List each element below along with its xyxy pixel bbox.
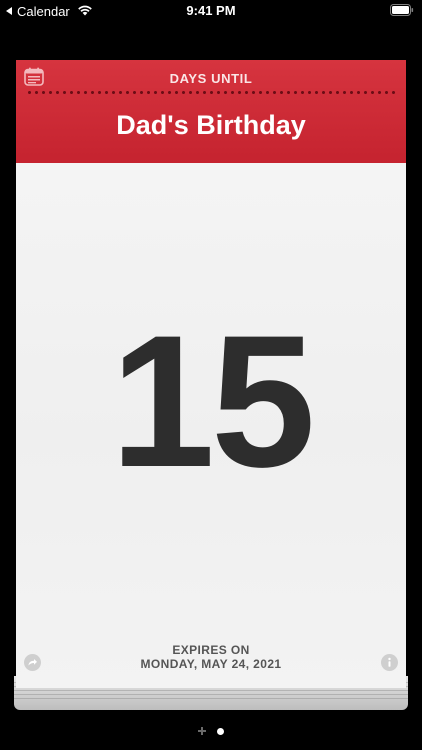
days-remaining-count: 15 bbox=[110, 296, 315, 506]
pad-sheet-edge bbox=[14, 694, 408, 695]
status-bar: Calendar 9:41 PM bbox=[0, 0, 422, 22]
page-dot-current[interactable] bbox=[217, 727, 224, 735]
countdown-card[interactable]: DAYS UNTIL Dad's Birthday 15 EXPIRES ON … bbox=[16, 60, 406, 688]
event-title: Dad's Birthday bbox=[116, 110, 306, 140]
page-indicator bbox=[0, 725, 422, 737]
pad-sheet-edge bbox=[14, 690, 408, 691]
pad-sheet-edge bbox=[14, 698, 408, 699]
plus-icon[interactable] bbox=[198, 727, 206, 735]
info-icon bbox=[388, 657, 391, 667]
share-icon bbox=[28, 659, 37, 666]
info-button[interactable] bbox=[381, 654, 398, 671]
countdown-header: DAYS UNTIL Dad's Birthday bbox=[16, 60, 406, 163]
status-time: 9:41 PM bbox=[186, 3, 236, 18]
battery-icon bbox=[390, 4, 414, 16]
days-until-label: DAYS UNTIL bbox=[169, 71, 253, 86]
expiry-date: MONDAY, MAY 24, 2021 bbox=[140, 657, 282, 671]
expires-on-label: EXPIRES ON bbox=[172, 643, 250, 657]
share-button[interactable] bbox=[24, 654, 41, 671]
perforation-divider bbox=[26, 91, 396, 94]
